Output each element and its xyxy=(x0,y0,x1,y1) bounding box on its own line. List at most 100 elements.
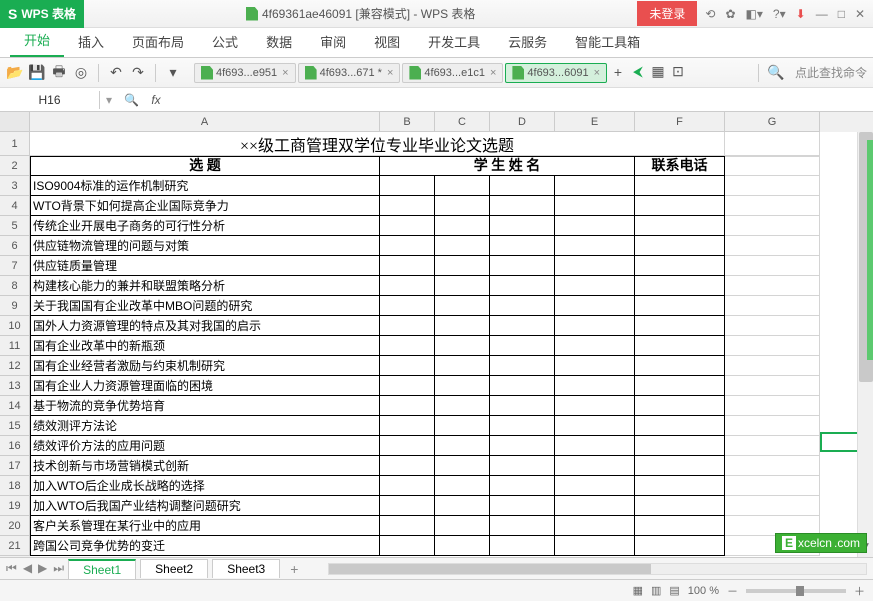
save-icon[interactable]: 💾 xyxy=(28,64,46,82)
menu-smart[interactable]: 智能工具箱 xyxy=(561,26,654,57)
sheet-tab[interactable]: Sheet3 xyxy=(212,559,280,578)
doc-tab[interactable]: 4f693...e1c1× xyxy=(402,63,503,83)
cell[interactable] xyxy=(380,276,435,296)
sheet-first-icon[interactable]: ⏮ xyxy=(6,561,17,576)
close-tab-icon[interactable]: × xyxy=(490,67,496,79)
cell[interactable] xyxy=(635,476,725,496)
side-panel-handle[interactable] xyxy=(867,140,873,360)
cell[interactable] xyxy=(380,496,435,516)
cell[interactable] xyxy=(635,236,725,256)
close-tab-icon[interactable]: × xyxy=(387,67,393,79)
cell[interactable] xyxy=(725,236,820,256)
preview-icon[interactable]: ◎ xyxy=(72,64,90,82)
cell[interactable] xyxy=(635,496,725,516)
cell[interactable] xyxy=(635,296,725,316)
cell[interactable] xyxy=(725,356,820,376)
cell[interactable] xyxy=(435,216,490,236)
cell[interactable] xyxy=(380,316,435,336)
col-header[interactable]: B xyxy=(380,112,435,132)
cell[interactable] xyxy=(635,536,725,556)
cell[interactable] xyxy=(635,396,725,416)
cell[interactable] xyxy=(490,376,555,396)
row-header[interactable]: 13 xyxy=(0,376,30,396)
doc-tab[interactable]: 4f693...e951× xyxy=(194,63,296,83)
cell[interactable] xyxy=(435,536,490,556)
close-tab-icon[interactable]: × xyxy=(282,67,288,79)
cell-topic[interactable]: 跨国公司竞争优势的变迁 xyxy=(30,536,380,556)
cell[interactable] xyxy=(725,476,820,496)
cell[interactable] xyxy=(555,436,635,456)
cell-topic[interactable]: 国有企业改革中的新瓶颈 xyxy=(30,336,380,356)
cell-topic[interactable]: 国外人力资源管理的特点及其对我国的启示 xyxy=(30,316,380,336)
cell[interactable] xyxy=(725,132,820,156)
cell[interactable] xyxy=(490,276,555,296)
cell[interactable] xyxy=(380,356,435,376)
undo-icon[interactable]: ↶ xyxy=(107,64,125,82)
cell[interactable] xyxy=(635,216,725,236)
view-normal-icon[interactable]: ▦ xyxy=(633,584,643,597)
row-header[interactable]: 16 xyxy=(0,436,30,456)
cell[interactable] xyxy=(490,536,555,556)
cell-topic[interactable]: ISO9004标准的运作机制研究 xyxy=(30,176,380,196)
cell[interactable] xyxy=(635,456,725,476)
search-command[interactable]: 点此查找命令 xyxy=(795,64,867,81)
cell[interactable] xyxy=(435,236,490,256)
formula-input[interactable] xyxy=(167,98,873,102)
cell[interactable] xyxy=(555,196,635,216)
menu-start[interactable]: 开始 xyxy=(10,24,64,57)
cell[interactable] xyxy=(435,316,490,336)
cell[interactable] xyxy=(380,216,435,236)
cell[interactable] xyxy=(725,196,820,216)
cell[interactable] xyxy=(435,516,490,536)
row-header[interactable]: 14 xyxy=(0,396,30,416)
menu-formula[interactable]: 公式 xyxy=(198,26,252,57)
cell[interactable] xyxy=(435,196,490,216)
search-icon[interactable]: 🔍 xyxy=(767,64,785,82)
cell-topic[interactable]: 客户关系管理在某行业中的应用 xyxy=(30,516,380,536)
row-header[interactable]: 19 xyxy=(0,496,30,516)
row-header[interactable]: 3 xyxy=(0,176,30,196)
cell[interactable] xyxy=(725,396,820,416)
cell-topic[interactable]: WTO背景下如何提高企业国际竞争力 xyxy=(30,196,380,216)
cell[interactable] xyxy=(380,416,435,436)
row-header[interactable]: 10 xyxy=(0,316,30,336)
cell[interactable] xyxy=(380,376,435,396)
cell[interactable] xyxy=(435,176,490,196)
cell[interactable] xyxy=(435,256,490,276)
cell[interactable] xyxy=(435,276,490,296)
zoom-slider[interactable] xyxy=(746,589,846,593)
cell-topic[interactable]: 绩效评价方法的应用问题 xyxy=(30,436,380,456)
cell[interactable] xyxy=(555,176,635,196)
cell[interactable] xyxy=(635,276,725,296)
redo-icon[interactable]: ↷ xyxy=(129,64,147,82)
col-header[interactable]: C xyxy=(435,112,490,132)
cell[interactable] xyxy=(380,256,435,276)
menu-layout[interactable]: 页面布局 xyxy=(118,26,198,57)
cell[interactable] xyxy=(380,436,435,456)
cell[interactable] xyxy=(555,496,635,516)
cell[interactable] xyxy=(490,496,555,516)
dropdown-icon[interactable]: ▾ xyxy=(164,64,182,82)
cell[interactable] xyxy=(435,416,490,436)
open-icon[interactable]: 📂 xyxy=(6,64,24,82)
tab-list-icon[interactable]: ⮜ xyxy=(629,63,647,81)
row-header[interactable]: 2 xyxy=(0,156,30,176)
cell[interactable] xyxy=(380,336,435,356)
namebox-dropdown-icon[interactable]: ▾ xyxy=(100,93,118,107)
col-header[interactable]: G xyxy=(725,112,820,132)
view-break-icon[interactable]: ▤ xyxy=(669,584,679,597)
row-header[interactable]: 4 xyxy=(0,196,30,216)
cell[interactable] xyxy=(635,336,725,356)
zoom-value[interactable]: 100 % xyxy=(688,585,719,597)
row-header[interactable]: 15 xyxy=(0,416,30,436)
cell[interactable] xyxy=(555,256,635,276)
doc-tab[interactable]: 4f693...671 *× xyxy=(298,63,401,83)
zoom-in-icon[interactable]: ＋ xyxy=(854,583,865,599)
tab-more-icon[interactable]: ⊡ xyxy=(669,63,687,81)
cell[interactable] xyxy=(635,376,725,396)
cell[interactable] xyxy=(555,336,635,356)
cell[interactable] xyxy=(490,216,555,236)
cell[interactable] xyxy=(490,196,555,216)
cell[interactable] xyxy=(555,516,635,536)
cell[interactable] xyxy=(725,376,820,396)
